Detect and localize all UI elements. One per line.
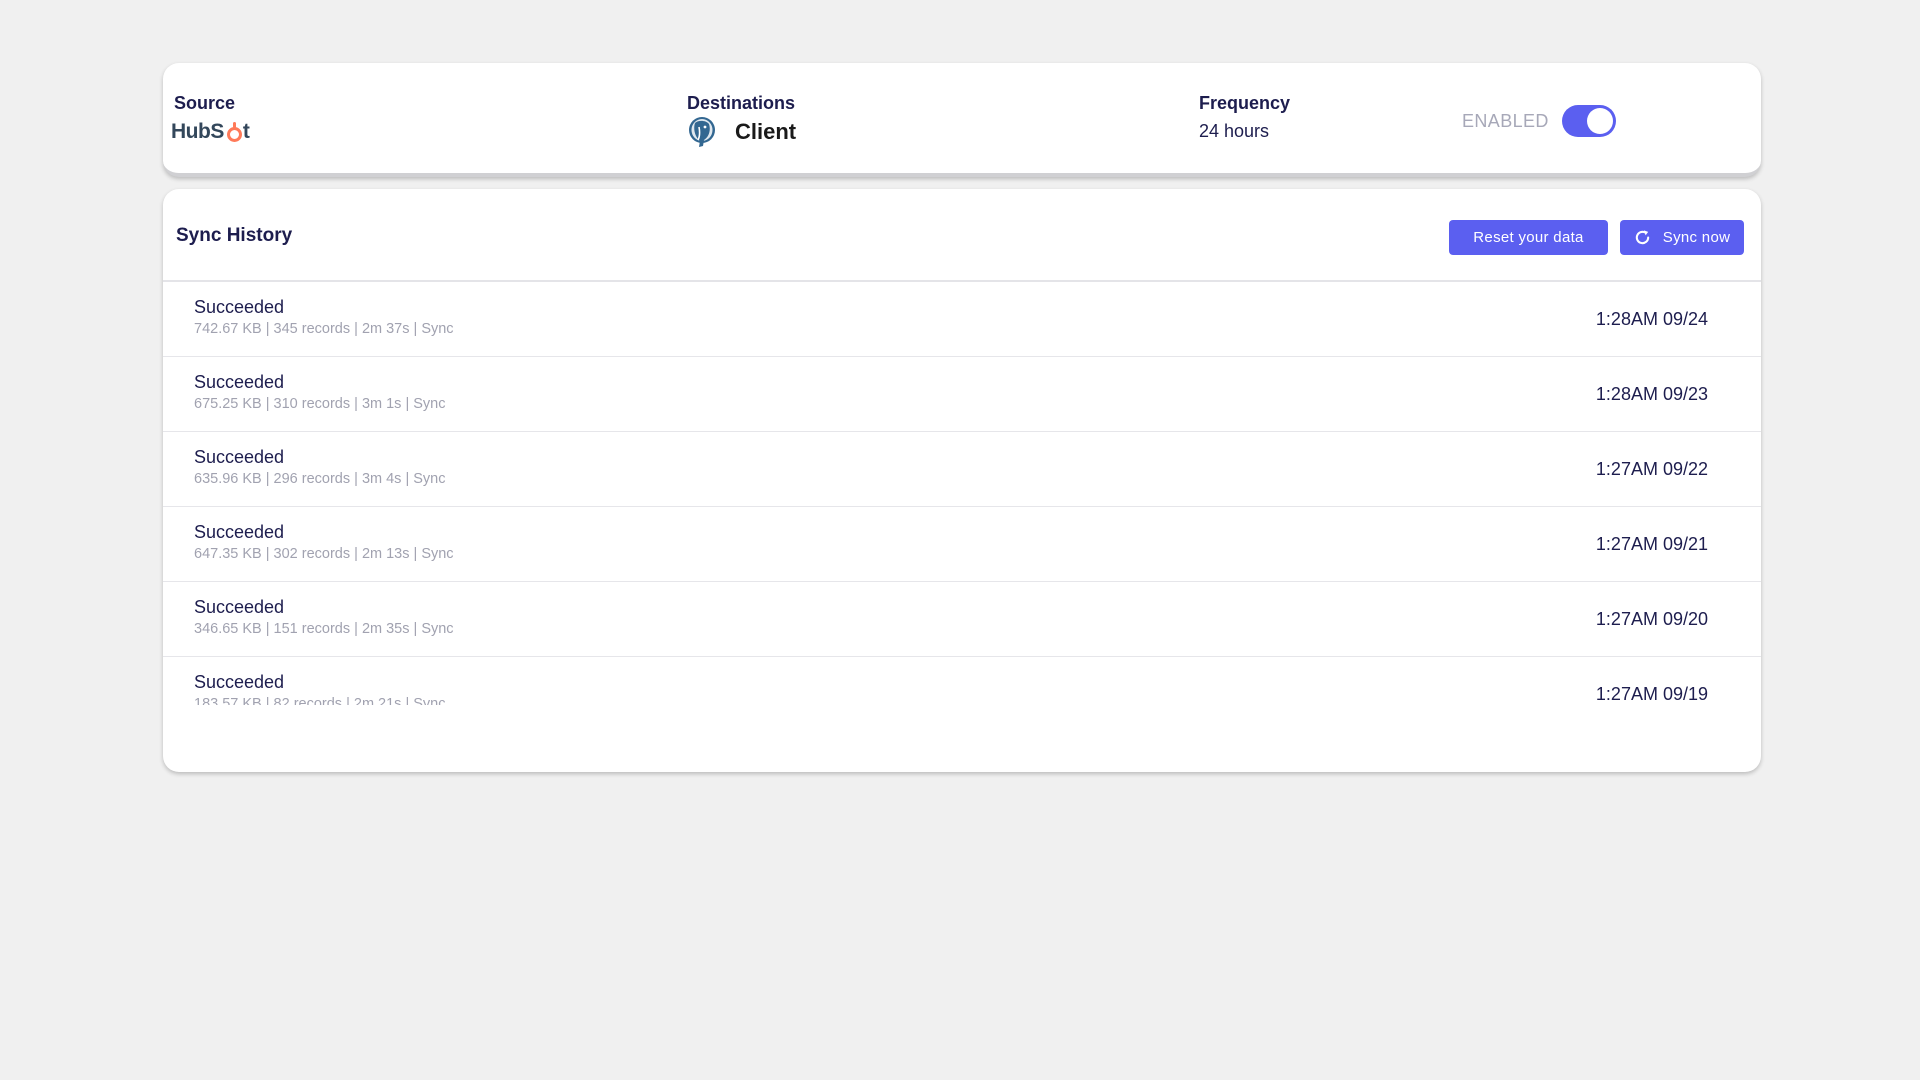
enabled-label: ENABLED (1462, 110, 1549, 131)
sync-history-row[interactable]: Succeeded 675.25 KB | 310 records | 3m 1… (163, 357, 1761, 432)
sync-history-card: Sync History Reset your data Sync now Su… (163, 189, 1761, 772)
hubspot-sprocket-icon (225, 121, 242, 142)
sync-details: 742.67 KB | 345 records | 2m 37s | Sync (194, 321, 454, 337)
sync-status: Succeeded (194, 297, 285, 317)
sync-now-button[interactable]: Sync now (1620, 220, 1744, 255)
sync-details: 647.35 KB | 302 records | 2m 13s | Sync (194, 546, 454, 562)
sync-details: 675.25 KB | 310 records | 3m 1s | Sync (194, 396, 446, 412)
sync-history-list[interactable]: Succeeded 742.67 KB | 345 records | 2m 3… (163, 282, 1761, 705)
destinations-label: Destinations (687, 93, 796, 113)
postgres-elephant-icon (689, 117, 715, 147)
sync-history-header: Sync History Reset your data Sync now (163, 189, 1761, 282)
destination-item[interactable]: Client (687, 115, 796, 149)
source-label: Source (174, 93, 236, 113)
sync-status: Succeeded (194, 597, 285, 617)
hubspot-logo: HubS t (171, 120, 250, 144)
sync-status: Succeeded (194, 447, 285, 467)
sync-details: 183.57 KB | 82 records | 2m 21s | Sync (194, 696, 446, 705)
sync-details: 346.65 KB | 151 records | 2m 35s | Sync (194, 621, 454, 637)
sync-timestamp: 1:27AM 09/19 (1595, 684, 1708, 704)
sync-history-row[interactable]: Succeeded 647.35 KB | 302 records | 2m 1… (163, 507, 1761, 582)
sync-history-title: Sync History (176, 225, 293, 246)
refresh-icon (1635, 230, 1649, 245)
sync-timestamp: 1:27AM 09/21 (1595, 534, 1708, 554)
frequency-value: 24 hours (1199, 121, 1270, 141)
sync-status: Succeeded (194, 672, 285, 692)
sync-timestamp: 1:28AM 09/24 (1595, 309, 1708, 329)
frequency-label: Frequency (1199, 93, 1291, 113)
sync-timestamp: 1:27AM 09/20 (1595, 609, 1708, 629)
sync-status: Succeeded (194, 372, 285, 392)
enabled-toggle[interactable] (1561, 105, 1616, 137)
hubspot-logo-text-end: t (242, 120, 250, 143)
sync-now-label: Sync now (1662, 229, 1731, 246)
sync-history-row[interactable]: Succeeded 742.67 KB | 345 records | 2m 3… (163, 282, 1761, 357)
connection-summary-card: Source HubS t Destinations Client Frequen… (163, 63, 1761, 177)
destination-name: Client (735, 119, 797, 144)
sync-timestamp: 1:27AM 09/22 (1595, 459, 1708, 479)
sync-history-row[interactable]: Succeeded 346.65 KB | 151 records | 2m 3… (163, 582, 1761, 657)
connection-page: Source HubS t Destinations Client Frequen… (163, 63, 1761, 772)
sync-timestamp: 1:28AM 09/23 (1595, 384, 1708, 404)
sync-status: Succeeded (194, 522, 285, 542)
sync-details: 635.96 KB | 296 records | 3m 4s | Sync (194, 471, 446, 487)
toggle-knob (1586, 108, 1613, 134)
sync-history-row[interactable]: Succeeded 635.96 KB | 296 records | 3m 4… (163, 432, 1761, 507)
sync-history-row[interactable]: Succeeded 183.57 KB | 82 records | 2m 21… (163, 657, 1761, 705)
reset-data-button[interactable]: Reset your data (1449, 220, 1608, 255)
enabled-control: ENABLED (1462, 105, 1616, 137)
hubspot-logo-text-start: HubS (171, 120, 224, 143)
